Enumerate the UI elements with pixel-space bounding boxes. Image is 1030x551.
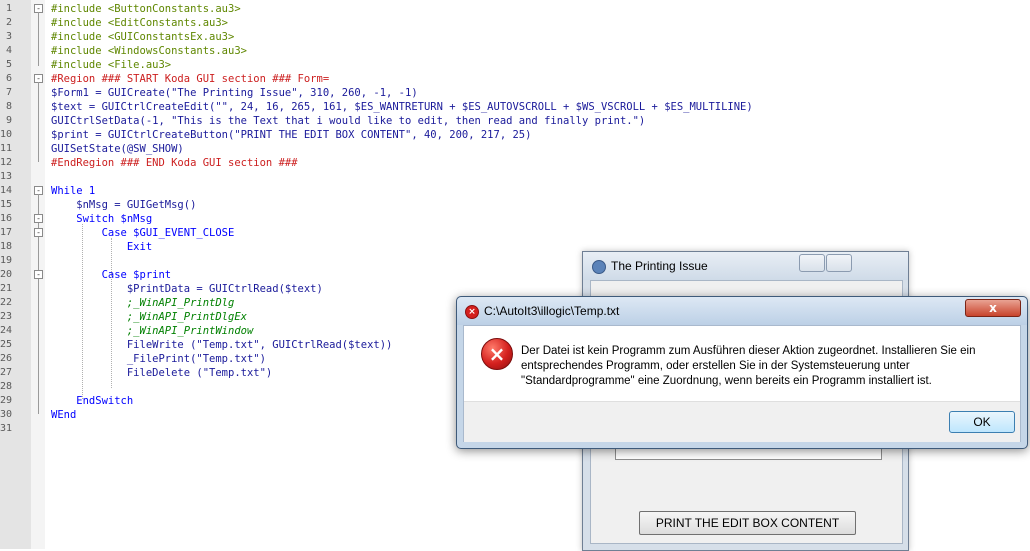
fold-toggle-icon[interactable]: - xyxy=(34,214,43,223)
line-number: 10 xyxy=(0,129,13,140)
code-line[interactable]: Exit xyxy=(51,240,152,254)
code-line[interactable]: #Region ### START Koda GUI section ### F… xyxy=(51,72,329,86)
line-number: 4 xyxy=(5,45,12,56)
code-line[interactable]: $print = GUICtrlCreateButton("PRINT THE … xyxy=(51,128,531,142)
line-number: 24 xyxy=(0,325,13,336)
line-number: 18 xyxy=(0,241,13,252)
indent-guide xyxy=(82,224,83,399)
dialog-title-bar[interactable]: × C:\AutoIt3\illogic\Temp.txt x xyxy=(457,297,1027,325)
line-number: 25 xyxy=(0,339,13,350)
code-line[interactable]: Switch $nMsg xyxy=(51,212,152,226)
line-number: 14 xyxy=(0,185,13,196)
code-line[interactable]: $text = GUICtrlCreateEdit("", 24, 16, 26… xyxy=(51,100,753,114)
line-number: 27 xyxy=(0,367,13,378)
line-number: 8 xyxy=(5,101,12,112)
line-number: 19 xyxy=(0,255,13,266)
line-number: 29 xyxy=(0,395,13,406)
code-line[interactable]: $Form1 = GUICreate("The Printing Issue",… xyxy=(51,86,418,100)
dialog-content: × Der Datei ist kein Programm zum Ausfüh… xyxy=(463,325,1021,442)
line-number: 3 xyxy=(5,31,12,42)
line-number: 12 xyxy=(0,157,13,168)
error-icon: × xyxy=(481,338,513,370)
line-number: 26 xyxy=(0,353,13,364)
code-line[interactable]: #include <GUIConstantsEx.au3> xyxy=(51,30,234,44)
line-number: 5 xyxy=(5,59,12,70)
code-line[interactable]: While 1 xyxy=(51,184,95,198)
line-number: 20 xyxy=(0,269,13,280)
code-line[interactable]: $PrintData = GUICtrlRead($text) xyxy=(51,282,323,296)
code-line[interactable]: Case $GUI_EVENT_CLOSE xyxy=(51,226,235,240)
fold-guide xyxy=(38,12,39,66)
line-number: 22 xyxy=(0,297,13,308)
ok-button[interactable]: OK xyxy=(949,411,1015,433)
line-number: 16 xyxy=(0,213,13,224)
button-area: OK xyxy=(464,401,1020,442)
line-number: 6 xyxy=(5,73,12,84)
line-number: 28 xyxy=(0,381,13,392)
line-number: 1 xyxy=(5,3,12,14)
dialog-title: C:\AutoIt3\illogic\Temp.txt xyxy=(484,304,620,318)
fold-guide xyxy=(38,82,39,162)
minimize-button[interactable] xyxy=(799,254,825,272)
code-line[interactable]: #include <ButtonConstants.au3> xyxy=(51,2,241,16)
fold-toggle-icon[interactable]: - xyxy=(34,228,43,237)
code-line[interactable]: _FilePrint("Temp.txt") xyxy=(51,352,266,366)
code-line[interactable]: GUISetState(@SW_SHOW) xyxy=(51,142,184,156)
line-number: 23 xyxy=(0,311,13,322)
line-number: 21 xyxy=(0,283,13,294)
line-number: 17 xyxy=(0,227,13,238)
code-line[interactable]: #EndRegion ### END Koda GUI section ### xyxy=(51,156,298,170)
line-number: 30 xyxy=(0,409,13,420)
code-line[interactable]: #include <WindowsConstants.au3> xyxy=(51,44,247,58)
title-bar[interactable]: The Printing Issue xyxy=(583,252,908,280)
line-number: 7 xyxy=(5,87,12,98)
indent-guide xyxy=(111,238,112,388)
code-line[interactable]: EndSwitch xyxy=(51,394,133,408)
autoit-app-icon xyxy=(592,260,606,274)
fold-toggle-icon[interactable]: - xyxy=(34,270,43,279)
fold-guide xyxy=(38,194,39,414)
close-button[interactable]: x xyxy=(965,299,1021,317)
code-line[interactable]: $nMsg = GUIGetMsg() xyxy=(51,198,196,212)
code-line[interactable]: #include <EditConstants.au3> xyxy=(51,16,228,30)
code-line[interactable]: FileDelete ("Temp.txt") xyxy=(51,366,272,380)
message-area: × Der Datei ist kein Programm zum Ausfüh… xyxy=(464,326,1020,401)
window-title: The Printing Issue xyxy=(611,259,708,273)
line-number: 9 xyxy=(5,115,12,126)
print-edit-box-button[interactable]: PRINT THE EDIT BOX CONTENT xyxy=(639,511,856,535)
error-icon-small: × xyxy=(465,305,479,319)
error-dialog[interactable]: × C:\AutoIt3\illogic\Temp.txt x × Der Da… xyxy=(456,296,1028,449)
code-line[interactable]: ;_WinAPI_PrintDlg xyxy=(51,296,234,310)
error-message: Der Datei ist kein Programm zum Ausführe… xyxy=(521,345,976,387)
code-line[interactable]: GUICtrlSetData(-1, "This is the Text tha… xyxy=(51,114,645,128)
code-line[interactable]: #include <File.au3> xyxy=(51,58,171,72)
line-number: 11 xyxy=(0,143,13,154)
line-number: 2 xyxy=(5,17,12,28)
line-number: 13 xyxy=(0,171,13,182)
code-line[interactable]: FileWrite ("Temp.txt", GUICtrlRead($text… xyxy=(51,338,393,352)
code-line[interactable]: ;_WinAPI_PrintDlgEx xyxy=(51,310,247,324)
line-number: 15 xyxy=(0,199,13,210)
maximize-button[interactable] xyxy=(826,254,852,272)
line-number: 31 xyxy=(0,423,13,434)
code-line[interactable]: WEnd xyxy=(51,408,76,422)
